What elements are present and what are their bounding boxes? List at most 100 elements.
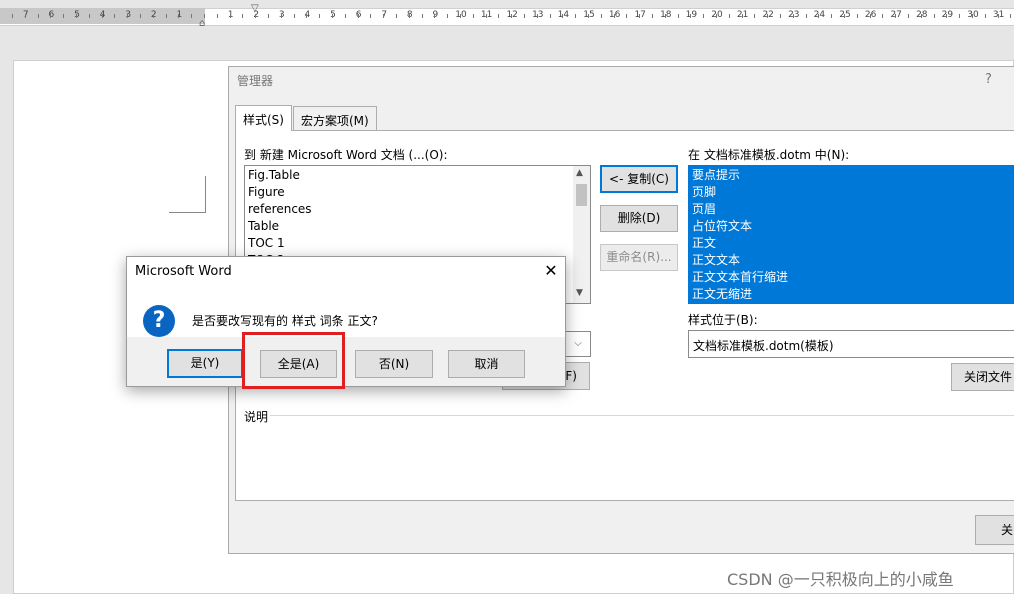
list-item-selected[interactable]: 正文文本 — [689, 252, 1014, 269]
ruler-tick — [716, 14, 717, 18]
ruler-tick — [12, 14, 13, 18]
ruler-tick — [485, 14, 487, 18]
copy-button[interactable]: <- 复制(C) — [600, 165, 678, 193]
ruler-tick — [127, 14, 129, 18]
yes-button[interactable]: 是(Y) — [167, 349, 243, 378]
ruler-tick — [664, 14, 666, 18]
ruler-number: 31 — [991, 10, 1007, 20]
question-icon: ? — [143, 305, 175, 337]
watermark: CSDN @一只积极向上的小咸鱼 — [727, 570, 954, 589]
chevron-down-icon[interactable]: ⌵ — [565, 331, 591, 357]
ruler-tick — [434, 14, 436, 18]
ruler-number: 10 — [453, 10, 469, 20]
ruler-tick — [703, 14, 705, 18]
ruler-number: 7 — [376, 10, 392, 20]
ruler-tick — [600, 14, 602, 18]
ruler-number: 29 — [939, 10, 955, 20]
ruler-number: 19 — [683, 10, 699, 20]
ruler-number: 11 — [479, 10, 495, 20]
ruler-number: 30 — [965, 10, 981, 20]
ruler-number: 25 — [837, 10, 853, 20]
list-item-selected[interactable]: 页脚 — [689, 184, 1014, 201]
ruler-tick — [357, 14, 359, 18]
ruler-number: 4 — [299, 10, 315, 20]
close-file-button-right[interactable]: 关闭文件 — [951, 363, 1014, 391]
right-style-list[interactable]: 要点提示 页脚 页眉 占位符文本 正文 正文文本 正文文本首行缩进 正文无缩进 — [688, 165, 1014, 304]
ruler-tick — [805, 14, 807, 18]
ruler-tick — [332, 14, 333, 18]
ruler-tick — [908, 14, 909, 18]
list-item[interactable]: references — [248, 201, 312, 218]
ruler-tick — [216, 14, 218, 18]
horizontal-ruler[interactable]: 7654321123456789101112131415161718192021… — [0, 0, 1014, 32]
ruler-tick — [50, 14, 52, 18]
ruler-tick — [242, 14, 244, 18]
ruler-tick — [575, 14, 577, 18]
ruler-number: 8 — [402, 10, 418, 20]
ruler-tick — [613, 14, 615, 18]
ruler-tick — [869, 14, 871, 18]
no-button[interactable]: 否(N) — [355, 350, 433, 378]
ruler-number: 21 — [735, 10, 751, 20]
ruler-number: 1 — [223, 10, 239, 20]
first-line-indent-marker[interactable]: ▽ — [251, 3, 259, 14]
ruler-number: 23 — [786, 10, 802, 20]
ruler-number: 16 — [607, 10, 623, 20]
ruler-tick — [677, 14, 679, 18]
ruler-tick — [370, 14, 372, 18]
ruler-number: 1 — [171, 10, 187, 20]
list-item[interactable]: Figure — [248, 184, 285, 201]
ruler-tick — [293, 14, 295, 18]
ruler-tick — [396, 14, 397, 18]
ruler-number: 6 — [43, 10, 59, 20]
ruler-tick — [344, 14, 346, 18]
ruler-tick — [626, 14, 628, 18]
rename-button[interactable]: 重命名(R)... — [600, 244, 678, 271]
ruler-tick — [882, 14, 884, 18]
styles-in-combo[interactable]: 文档标准模板.dotm(模板) — [688, 330, 1014, 358]
ruler-number: 4 — [95, 10, 111, 20]
list-item-selected[interactable]: 页眉 — [689, 201, 1014, 218]
ruler-number: 2 — [146, 10, 162, 20]
list-item-selected[interactable]: 正文无缩进 — [689, 286, 1014, 303]
scroll-down-icon[interactable]: ▼ — [576, 288, 583, 298]
ruler-tick — [498, 14, 500, 18]
list-item[interactable]: TOC 1 — [248, 235, 285, 252]
close-icon[interactable]: ✕ — [541, 259, 561, 283]
ruler-tick — [588, 14, 589, 18]
margin-corner-mark — [169, 212, 206, 213]
ruler-tick — [140, 14, 141, 18]
ruler-tick — [959, 14, 961, 18]
left-indent-marker[interactable]: ⌂ — [199, 18, 205, 29]
styles-in-label: 样式位于(B): — [688, 313, 758, 327]
list-item-selected[interactable]: 正文 — [689, 235, 1014, 252]
list-item[interactable]: Table — [248, 218, 279, 235]
tab-styles[interactable]: 样式(S) — [235, 105, 292, 131]
ruler-number: 20 — [709, 10, 725, 20]
ruler-number: 7 — [18, 10, 34, 20]
ruler-tick — [37, 14, 39, 18]
right-list-label: 在 文档标准模板.dotm 中(N): — [688, 148, 850, 162]
left-list-scrollbar[interactable]: ▲ ▼ — [573, 166, 590, 303]
help-button[interactable]: ? — [985, 72, 992, 87]
ruler-tick — [114, 14, 116, 18]
list-item-selected[interactable]: 正文文本首行缩进 — [689, 269, 1014, 286]
ruler-tick — [844, 14, 845, 18]
ruler-tick — [984, 14, 986, 18]
ruler-tick — [76, 14, 77, 18]
scroll-thumb[interactable] — [576, 184, 587, 206]
ruler-tick — [472, 14, 474, 18]
delete-button[interactable]: 删除(D) — [600, 205, 678, 232]
cancel-button[interactable]: 取消 — [448, 350, 525, 378]
close-button[interactable]: 关 — [975, 515, 1014, 545]
list-item-selected[interactable]: 占位符文本 — [689, 218, 1014, 235]
left-list-label: 到 新建 Microsoft Word 文档 (...(O): — [244, 148, 448, 162]
list-item[interactable]: Fig.Table — [248, 167, 300, 184]
tab-macro-items[interactable]: 宏方案项(M) — [293, 106, 377, 130]
ruler-tick — [728, 14, 730, 18]
ruler-tick — [383, 14, 385, 18]
ruler-tick — [421, 14, 423, 18]
ruler-number: 24 — [811, 10, 827, 20]
scroll-up-icon[interactable]: ▲ — [576, 168, 583, 178]
list-item-selected[interactable]: 要点提示 — [689, 167, 1014, 184]
